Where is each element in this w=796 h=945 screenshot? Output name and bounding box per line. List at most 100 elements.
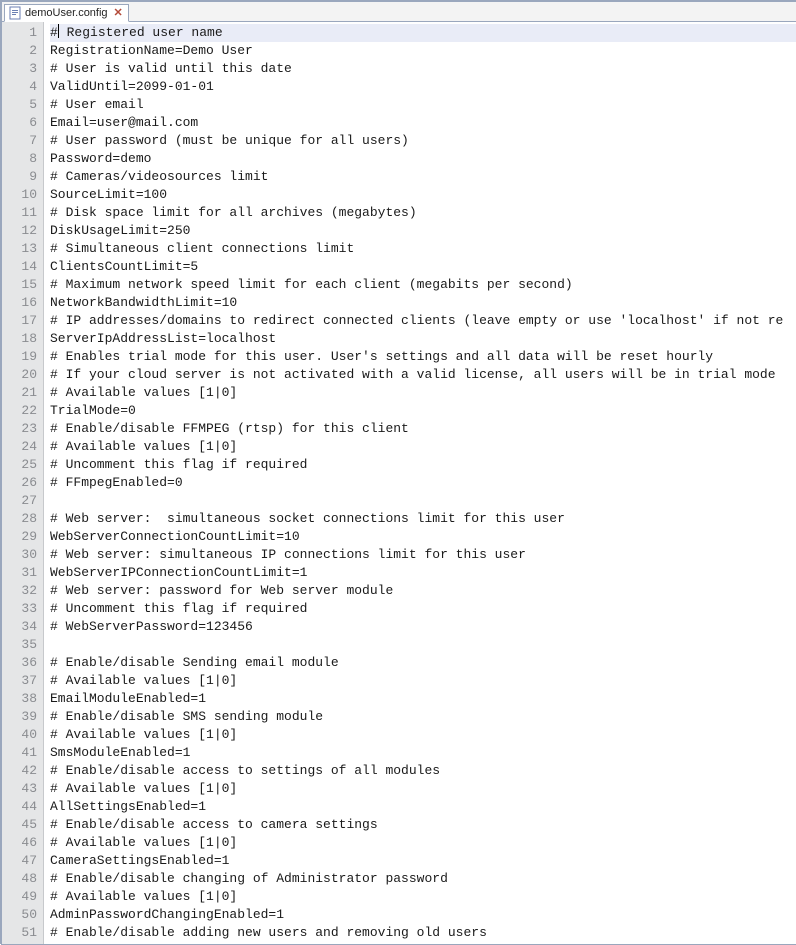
code-line[interactable]: # Enables trial mode for this user. User… (50, 348, 796, 366)
code-line[interactable]: TrialMode=0 (50, 402, 796, 420)
code-line[interactable] (50, 492, 796, 510)
code-line[interactable]: # Uncomment this flag if required (50, 600, 796, 618)
code-line[interactable]: # User email (50, 96, 796, 114)
code-line[interactable]: EmailModuleEnabled=1 (50, 690, 796, 708)
code-line[interactable]: # Enable/disable Sending email module (50, 654, 796, 672)
line-number: 21 (2, 384, 37, 402)
line-number: 44 (2, 798, 37, 816)
code-line[interactable]: # Enable/disable adding new users and re… (50, 924, 796, 942)
code-line[interactable]: # Uncomment this flag if required (50, 456, 796, 474)
code-line[interactable]: # Available values [1|0] (50, 672, 796, 690)
code-line[interactable]: Email=user@mail.com (50, 114, 796, 132)
line-number: 29 (2, 528, 37, 546)
line-number: 31 (2, 564, 37, 582)
text-cursor (58, 24, 59, 38)
line-number: 8 (2, 150, 37, 168)
line-number: 1 (2, 24, 37, 42)
code-editor[interactable]: 1234567891011121314151617181920212223242… (2, 22, 796, 944)
line-number: 48 (2, 870, 37, 888)
line-number: 47 (2, 852, 37, 870)
code-line[interactable]: SourceLimit=100 (50, 186, 796, 204)
code-line[interactable]: ServerIpAddressList=localhost (50, 330, 796, 348)
code-line[interactable]: SmsModuleEnabled=1 (50, 744, 796, 762)
code-line[interactable]: # User is valid until this date (50, 60, 796, 78)
code-line[interactable]: # User password (must be unique for all … (50, 132, 796, 150)
code-line[interactable]: # FFmpegEnabled=0 (50, 474, 796, 492)
line-number: 35 (2, 636, 37, 654)
code-line[interactable]: # IP addresses/domains to redirect conne… (50, 312, 796, 330)
code-line[interactable]: AdminPasswordChangingEnabled=1 (50, 906, 796, 924)
tab-demo-user-config[interactable]: demoUser.config ✕ (4, 4, 129, 22)
code-line[interactable]: RegistrationName=Demo User (50, 42, 796, 60)
line-number: 42 (2, 762, 37, 780)
line-number: 7 (2, 132, 37, 150)
code-line[interactable]: # WebServerPassword=123456 (50, 618, 796, 636)
line-number: 30 (2, 546, 37, 564)
line-number: 3 (2, 60, 37, 78)
close-icon[interactable]: ✕ (112, 8, 123, 19)
line-number: 41 (2, 744, 37, 762)
code-line[interactable]: # Registered user name (50, 24, 796, 42)
code-line[interactable]: # Available values [1|0] (50, 726, 796, 744)
code-line[interactable]: # Enable/disable changing of Administrat… (50, 870, 796, 888)
code-line[interactable]: ValidUntil=2099-01-01 (50, 78, 796, 96)
line-number: 16 (2, 294, 37, 312)
line-number: 50 (2, 906, 37, 924)
code-line[interactable]: WebServerConnectionCountLimit=10 (50, 528, 796, 546)
tab-bar: demoUser.config ✕ (2, 2, 796, 22)
line-number: 27 (2, 492, 37, 510)
line-number: 2 (2, 42, 37, 60)
line-number: 34 (2, 618, 37, 636)
code-line[interactable]: NetworkBandwidthLimit=10 (50, 294, 796, 312)
line-number-gutter: 1234567891011121314151617181920212223242… (2, 22, 44, 944)
code-line[interactable]: DiskUsageLimit=250 (50, 222, 796, 240)
code-line[interactable]: CameraSettingsEnabled=1 (50, 852, 796, 870)
line-number: 4 (2, 78, 37, 96)
code-line[interactable]: # If your cloud server is not activated … (50, 366, 796, 384)
code-line[interactable]: WebServerIPConnectionCountLimit=1 (50, 564, 796, 582)
line-number: 43 (2, 780, 37, 798)
code-line[interactable]: # Available values [1|0] (50, 780, 796, 798)
line-number: 11 (2, 204, 37, 222)
code-line[interactable]: # Enable/disable FFMPEG (rtsp) for this … (50, 420, 796, 438)
line-number: 33 (2, 600, 37, 618)
code-line[interactable]: AllSettingsEnabled=1 (50, 798, 796, 816)
line-number: 39 (2, 708, 37, 726)
code-line[interactable]: # Enable/disable access to settings of a… (50, 762, 796, 780)
line-number: 18 (2, 330, 37, 348)
line-number: 10 (2, 186, 37, 204)
code-line[interactable]: Password=demo (50, 150, 796, 168)
code-line[interactable]: # Available values [1|0] (50, 834, 796, 852)
code-line[interactable]: # Web server: password for Web server mo… (50, 582, 796, 600)
code-line[interactable]: # Available values [1|0] (50, 438, 796, 456)
line-number: 6 (2, 114, 37, 132)
line-number: 26 (2, 474, 37, 492)
code-line[interactable]: # Web server: simultaneous socket connec… (50, 510, 796, 528)
code-area[interactable]: # Registered user nameRegistrationName=D… (44, 22, 796, 944)
line-number: 32 (2, 582, 37, 600)
line-number: 15 (2, 276, 37, 294)
line-number: 14 (2, 258, 37, 276)
code-line[interactable]: # Available values [1|0] (50, 384, 796, 402)
line-number: 17 (2, 312, 37, 330)
line-number: 5 (2, 96, 37, 114)
code-line[interactable]: # Cameras/videosources limit (50, 168, 796, 186)
line-number: 19 (2, 348, 37, 366)
code-line[interactable]: # Disk space limit for all archives (meg… (50, 204, 796, 222)
code-line[interactable]: # Simultaneous client connections limit (50, 240, 796, 258)
code-line[interactable]: # Enable/disable SMS sending module (50, 708, 796, 726)
code-line[interactable] (50, 636, 796, 654)
line-number: 28 (2, 510, 37, 528)
code-line[interactable]: ClientsCountLimit=5 (50, 258, 796, 276)
line-number: 49 (2, 888, 37, 906)
code-line[interactable]: # Maximum network speed limit for each c… (50, 276, 796, 294)
line-number: 51 (2, 924, 37, 942)
line-number: 45 (2, 816, 37, 834)
line-number: 13 (2, 240, 37, 258)
code-line[interactable]: # Available values [1|0] (50, 888, 796, 906)
line-number: 12 (2, 222, 37, 240)
file-icon (9, 6, 21, 20)
line-number: 46 (2, 834, 37, 852)
code-line[interactable]: # Web server: simultaneous IP connection… (50, 546, 796, 564)
code-line[interactable]: # Enable/disable access to camera settin… (50, 816, 796, 834)
